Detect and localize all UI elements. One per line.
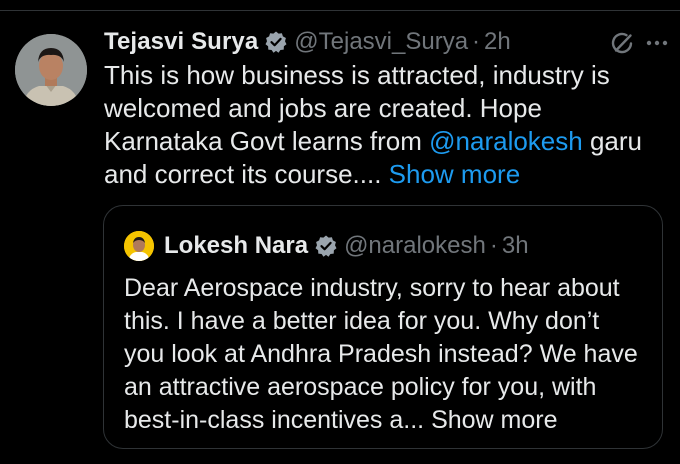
quote-author-avatar[interactable] xyxy=(124,231,154,261)
separator-dot: · xyxy=(489,232,498,259)
top-divider xyxy=(0,10,680,11)
grok-icon[interactable] xyxy=(610,30,636,56)
quote-header: Lokesh Nara @naralokesh · 3h xyxy=(124,230,529,262)
verified-badge-icon[interactable] xyxy=(314,234,338,258)
mention-link[interactable]: @naralokesh xyxy=(429,126,583,156)
verified-badge-icon[interactable] xyxy=(264,30,288,54)
more-options-icon[interactable] xyxy=(644,30,670,56)
quote-author-handle[interactable]: @naralokesh xyxy=(344,232,486,260)
author-avatar[interactable] xyxy=(15,34,87,106)
quote-timestamp[interactable]: 3h xyxy=(502,232,529,260)
tweet-header: Tejasvi Surya @Tejasvi_Surya · 2h xyxy=(104,26,668,58)
quote-text: Dear Aerospace industry, sorry to hear a… xyxy=(124,272,644,437)
quote-author-name[interactable]: Lokesh Nara xyxy=(164,232,308,260)
quote-text-part: Dear Aerospace industry, sorry to hear a… xyxy=(124,274,638,434)
quote-show-more-link[interactable]: Show more xyxy=(431,406,557,434)
author-name[interactable]: Tejasvi Surya xyxy=(104,28,258,56)
author-handle[interactable]: @Tejasvi_Surya xyxy=(294,28,468,56)
tweet-timestamp[interactable]: 2h xyxy=(484,28,511,56)
tweet-body: Tejasvi Surya @Tejasvi_Surya · 2h This i… xyxy=(104,26,668,191)
separator-dot: · xyxy=(472,28,481,55)
quote-tweet-card[interactable]: Lokesh Nara @naralokesh · 3h Dear Aerosp… xyxy=(103,205,663,449)
tweet-text: This is how business is attracted, indus… xyxy=(104,59,664,191)
show-more-link[interactable]: Show more xyxy=(389,159,521,189)
